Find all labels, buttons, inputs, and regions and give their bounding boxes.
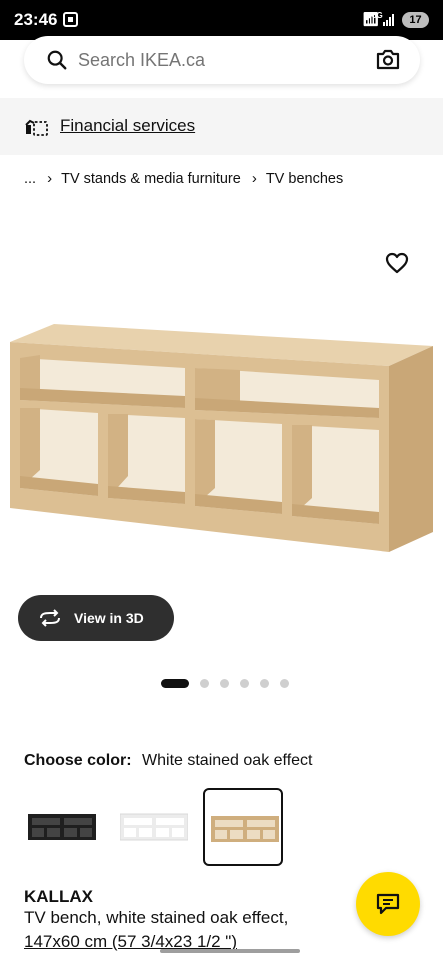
carousel-dot[interactable] bbox=[220, 679, 229, 688]
image-carousel-indicator bbox=[161, 679, 289, 688]
search-bar[interactable] bbox=[24, 36, 420, 84]
financial-services-link[interactable]: Financial services bbox=[60, 116, 195, 136]
chat-button[interactable] bbox=[356, 872, 420, 936]
search-input[interactable] bbox=[78, 44, 338, 76]
color-swatch-black[interactable] bbox=[22, 788, 102, 866]
financial-services-banner[interactable]: Financial services bbox=[0, 98, 443, 155]
product-image[interactable] bbox=[0, 300, 443, 570]
chat-icon bbox=[376, 893, 400, 915]
camera-icon[interactable] bbox=[376, 48, 400, 70]
search-section bbox=[0, 36, 443, 98]
color-swatch-white[interactable] bbox=[114, 788, 194, 866]
status-time: 23:46 bbox=[14, 10, 58, 29]
chevron-right-icon: › bbox=[47, 170, 53, 187]
carousel-dot[interactable] bbox=[161, 679, 189, 688]
carousel-dot[interactable] bbox=[280, 679, 289, 688]
breadcrumb-tv-benches[interactable]: TV benches bbox=[266, 171, 343, 187]
color-chooser: Choose color: White stained oak effect bbox=[24, 752, 312, 770]
carousel-dot[interactable] bbox=[200, 679, 209, 688]
swatch-image bbox=[211, 816, 279, 842]
swatch-image bbox=[28, 814, 96, 840]
product-name: KALLAX bbox=[24, 887, 93, 906]
battery-indicator: 17 bbox=[402, 12, 429, 28]
screenshot-icon bbox=[63, 12, 78, 27]
status-bar: 23:46 📶︎ 5G 17 bbox=[0, 0, 443, 40]
choose-color-label: Choose color: bbox=[24, 752, 132, 769]
selected-color-value: White stained oak effect bbox=[142, 752, 313, 769]
carousel-dot[interactable] bbox=[240, 679, 249, 688]
view-in-3d-button[interactable]: View in 3D bbox=[18, 595, 174, 641]
breadcrumb-ellipsis[interactable]: ... bbox=[24, 171, 36, 187]
heart-icon[interactable] bbox=[385, 252, 409, 274]
financial-services-icon bbox=[25, 119, 48, 136]
rotate-3d-icon bbox=[40, 609, 60, 627]
breadcrumb-tv-stands[interactable]: TV stands & media furniture bbox=[61, 171, 241, 187]
product-description: TV bench, white stained oak effect, bbox=[24, 908, 289, 927]
network-type: 5G bbox=[372, 11, 383, 20]
swatch-image bbox=[120, 813, 188, 841]
search-icon[interactable] bbox=[46, 49, 68, 71]
breadcrumb: ... › TV stands & media furniture › TV b… bbox=[24, 170, 343, 187]
color-swatch-white-stained-oak[interactable] bbox=[203, 788, 283, 866]
signal-icon bbox=[383, 13, 394, 26]
home-indicator[interactable] bbox=[160, 949, 300, 953]
carousel-dot[interactable] bbox=[260, 679, 269, 688]
view-in-3d-label: View in 3D bbox=[74, 610, 144, 626]
chevron-right-icon: › bbox=[251, 170, 257, 187]
